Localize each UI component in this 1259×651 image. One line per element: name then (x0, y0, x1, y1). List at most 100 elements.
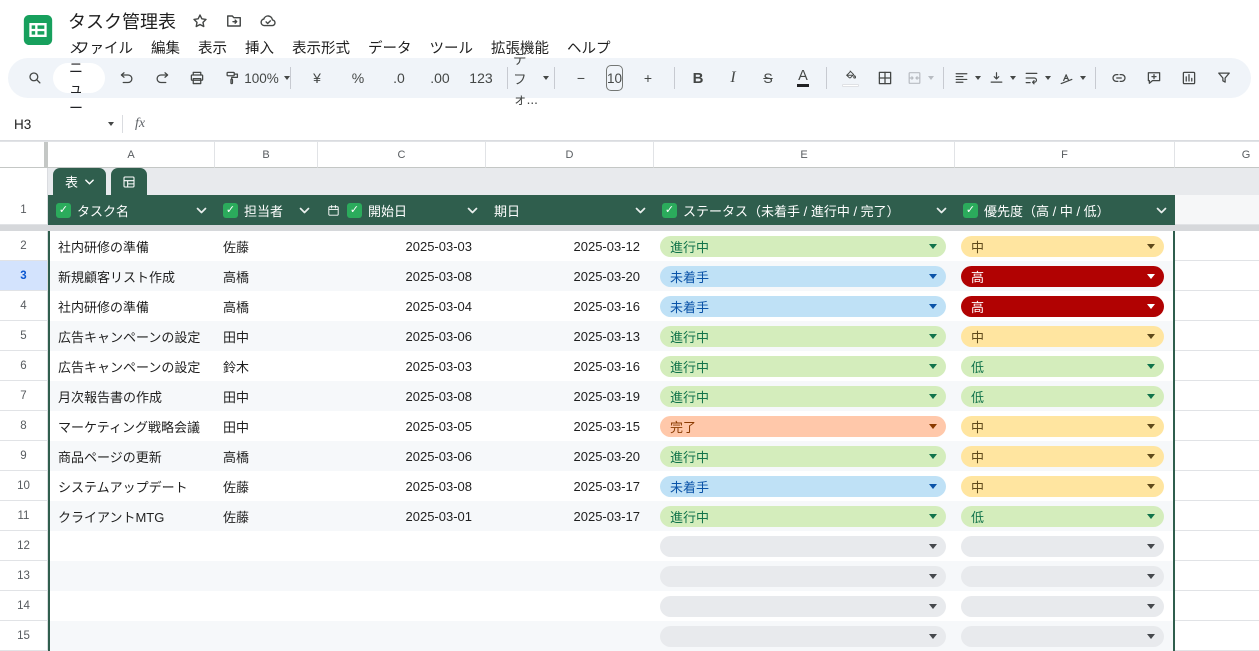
print-icon[interactable] (180, 63, 214, 93)
cell-empty[interactable] (1175, 591, 1259, 621)
cell-start-date[interactable]: 2025-03-01 (318, 501, 486, 531)
status-dropdown[interactable] (660, 536, 946, 557)
priority-dropdown[interactable] (961, 626, 1164, 647)
cell-empty[interactable] (1175, 501, 1259, 531)
cell-due-date[interactable]: 2025-03-20 (486, 441, 654, 471)
priority-dropdown[interactable]: 中 (961, 236, 1164, 257)
cell-empty[interactable] (48, 561, 215, 591)
horizontal-align-button[interactable] (950, 63, 984, 93)
cell-empty[interactable] (48, 621, 215, 651)
column-header-f[interactable]: F (955, 142, 1175, 168)
cell-empty[interactable] (1175, 195, 1259, 225)
cell-task[interactable]: システムアップデート (48, 471, 215, 501)
vertical-align-button[interactable] (985, 63, 1019, 93)
cell-empty[interactable] (486, 621, 654, 651)
search-icon[interactable] (18, 63, 52, 93)
cell-task[interactable]: 社内研修の準備 (48, 291, 215, 321)
cell-task[interactable]: 広告キャンペーンの設定 (48, 351, 215, 381)
chevron-down-icon[interactable] (196, 207, 207, 214)
cell-assignee[interactable]: 高橋 (215, 291, 318, 321)
priority-dropdown[interactable]: 中 (961, 446, 1164, 467)
chevron-down-icon[interactable] (1156, 207, 1167, 214)
move-folder-icon[interactable] (224, 11, 244, 31)
zoom-select[interactable]: 100% (250, 63, 284, 93)
cell-empty[interactable] (318, 591, 486, 621)
table-tab[interactable]: 表 (53, 168, 106, 195)
menu-tools[interactable]: ツール (423, 35, 481, 60)
row-header[interactable]: 8 (0, 411, 48, 441)
cell-empty[interactable] (1175, 381, 1259, 411)
search-menus-button[interactable]: メニュー (53, 63, 105, 93)
status-dropdown[interactable] (660, 566, 946, 587)
column-header-e[interactable]: E (654, 142, 955, 168)
redo-icon[interactable] (145, 63, 179, 93)
cell-empty[interactable] (486, 561, 654, 591)
chevron-down-icon[interactable] (635, 207, 646, 214)
cell-empty[interactable] (486, 531, 654, 561)
row-header[interactable]: 15 (0, 621, 48, 651)
row-header[interactable]: 2 (0, 231, 48, 261)
priority-dropdown[interactable]: 低 (961, 356, 1164, 377)
status-dropdown[interactable]: 進行中 (660, 356, 946, 377)
create-filter-button[interactable] (1207, 63, 1241, 93)
cell-task[interactable]: 月次報告書の作成 (48, 381, 215, 411)
cell-start-date[interactable]: 2025-03-06 (318, 321, 486, 351)
row-header[interactable]: 1 (0, 195, 48, 225)
status-dropdown[interactable] (660, 626, 946, 647)
status-dropdown[interactable]: 進行中 (660, 326, 946, 347)
column-header-g[interactable]: G (1175, 142, 1259, 168)
bold-button[interactable]: B (681, 63, 715, 93)
cell-due-date[interactable]: 2025-03-17 (486, 471, 654, 501)
status-dropdown[interactable]: 進行中 (660, 386, 946, 407)
cell-empty[interactable] (1175, 321, 1259, 351)
cell-start-date[interactable]: 2025-03-08 (318, 381, 486, 411)
cell-empty[interactable] (1175, 471, 1259, 501)
row-header[interactable]: 7 (0, 381, 48, 411)
status-dropdown[interactable]: 進行中 (660, 236, 946, 257)
menu-data[interactable]: データ (361, 35, 419, 60)
status-dropdown[interactable]: 進行中 (660, 506, 946, 527)
chevron-down-icon[interactable] (936, 207, 947, 214)
cell-empty[interactable] (1175, 261, 1259, 291)
star-icon[interactable] (190, 11, 210, 31)
cell-due-date[interactable]: 2025-03-19 (486, 381, 654, 411)
status-dropdown[interactable]: 進行中 (660, 446, 946, 467)
header-priority[interactable]: ✓ 優先度（高 / 中 / 低） (955, 195, 1175, 225)
header-task[interactable]: ✓ タスク名 (48, 195, 215, 225)
cell-task[interactable]: マーケティング戦略会議 (48, 411, 215, 441)
cell-start-date[interactable]: 2025-03-03 (318, 351, 486, 381)
column-header-d[interactable]: D (486, 142, 654, 168)
cell-due-date[interactable]: 2025-03-16 (486, 291, 654, 321)
row-header[interactable]: 10 (0, 471, 48, 501)
row-header[interactable]: 6 (0, 351, 48, 381)
priority-dropdown[interactable] (961, 536, 1164, 557)
row-header[interactable]: 14 (0, 591, 48, 621)
row-header[interactable]: 12 (0, 531, 48, 561)
cell-due-date[interactable]: 2025-03-12 (486, 231, 654, 261)
status-dropdown[interactable]: 完了 (660, 416, 946, 437)
cell-empty[interactable] (215, 591, 318, 621)
cell-start-date[interactable]: 2025-03-08 (318, 471, 486, 501)
undo-icon[interactable] (110, 63, 144, 93)
cell-empty[interactable] (1175, 621, 1259, 651)
select-all-corner[interactable] (0, 142, 48, 168)
fill-color-button[interactable] (833, 63, 867, 93)
cell-empty[interactable] (48, 591, 215, 621)
cell-assignee[interactable]: 田中 (215, 381, 318, 411)
more-formats-button[interactable]: 123 (461, 63, 501, 93)
priority-dropdown[interactable]: 高 (961, 266, 1164, 287)
cell-empty[interactable] (215, 621, 318, 651)
table-options-tab[interactable] (111, 168, 147, 195)
menu-edit[interactable]: 編集 (144, 35, 187, 60)
row-header-selected[interactable]: 3 (0, 261, 48, 291)
header-assignee[interactable]: ✓ 担当者 (215, 195, 318, 225)
menu-insert[interactable]: 挿入 (238, 35, 281, 60)
cell-empty[interactable] (215, 531, 318, 561)
cell-empty[interactable] (215, 561, 318, 591)
row-header[interactable]: 5 (0, 321, 48, 351)
increase-decimal-button[interactable]: .00 (420, 63, 460, 93)
row-header[interactable]: 13 (0, 561, 48, 591)
text-color-button[interactable]: A (786, 63, 820, 93)
cell-assignee[interactable]: 鈴木 (215, 351, 318, 381)
priority-dropdown[interactable]: 高 (961, 296, 1164, 317)
